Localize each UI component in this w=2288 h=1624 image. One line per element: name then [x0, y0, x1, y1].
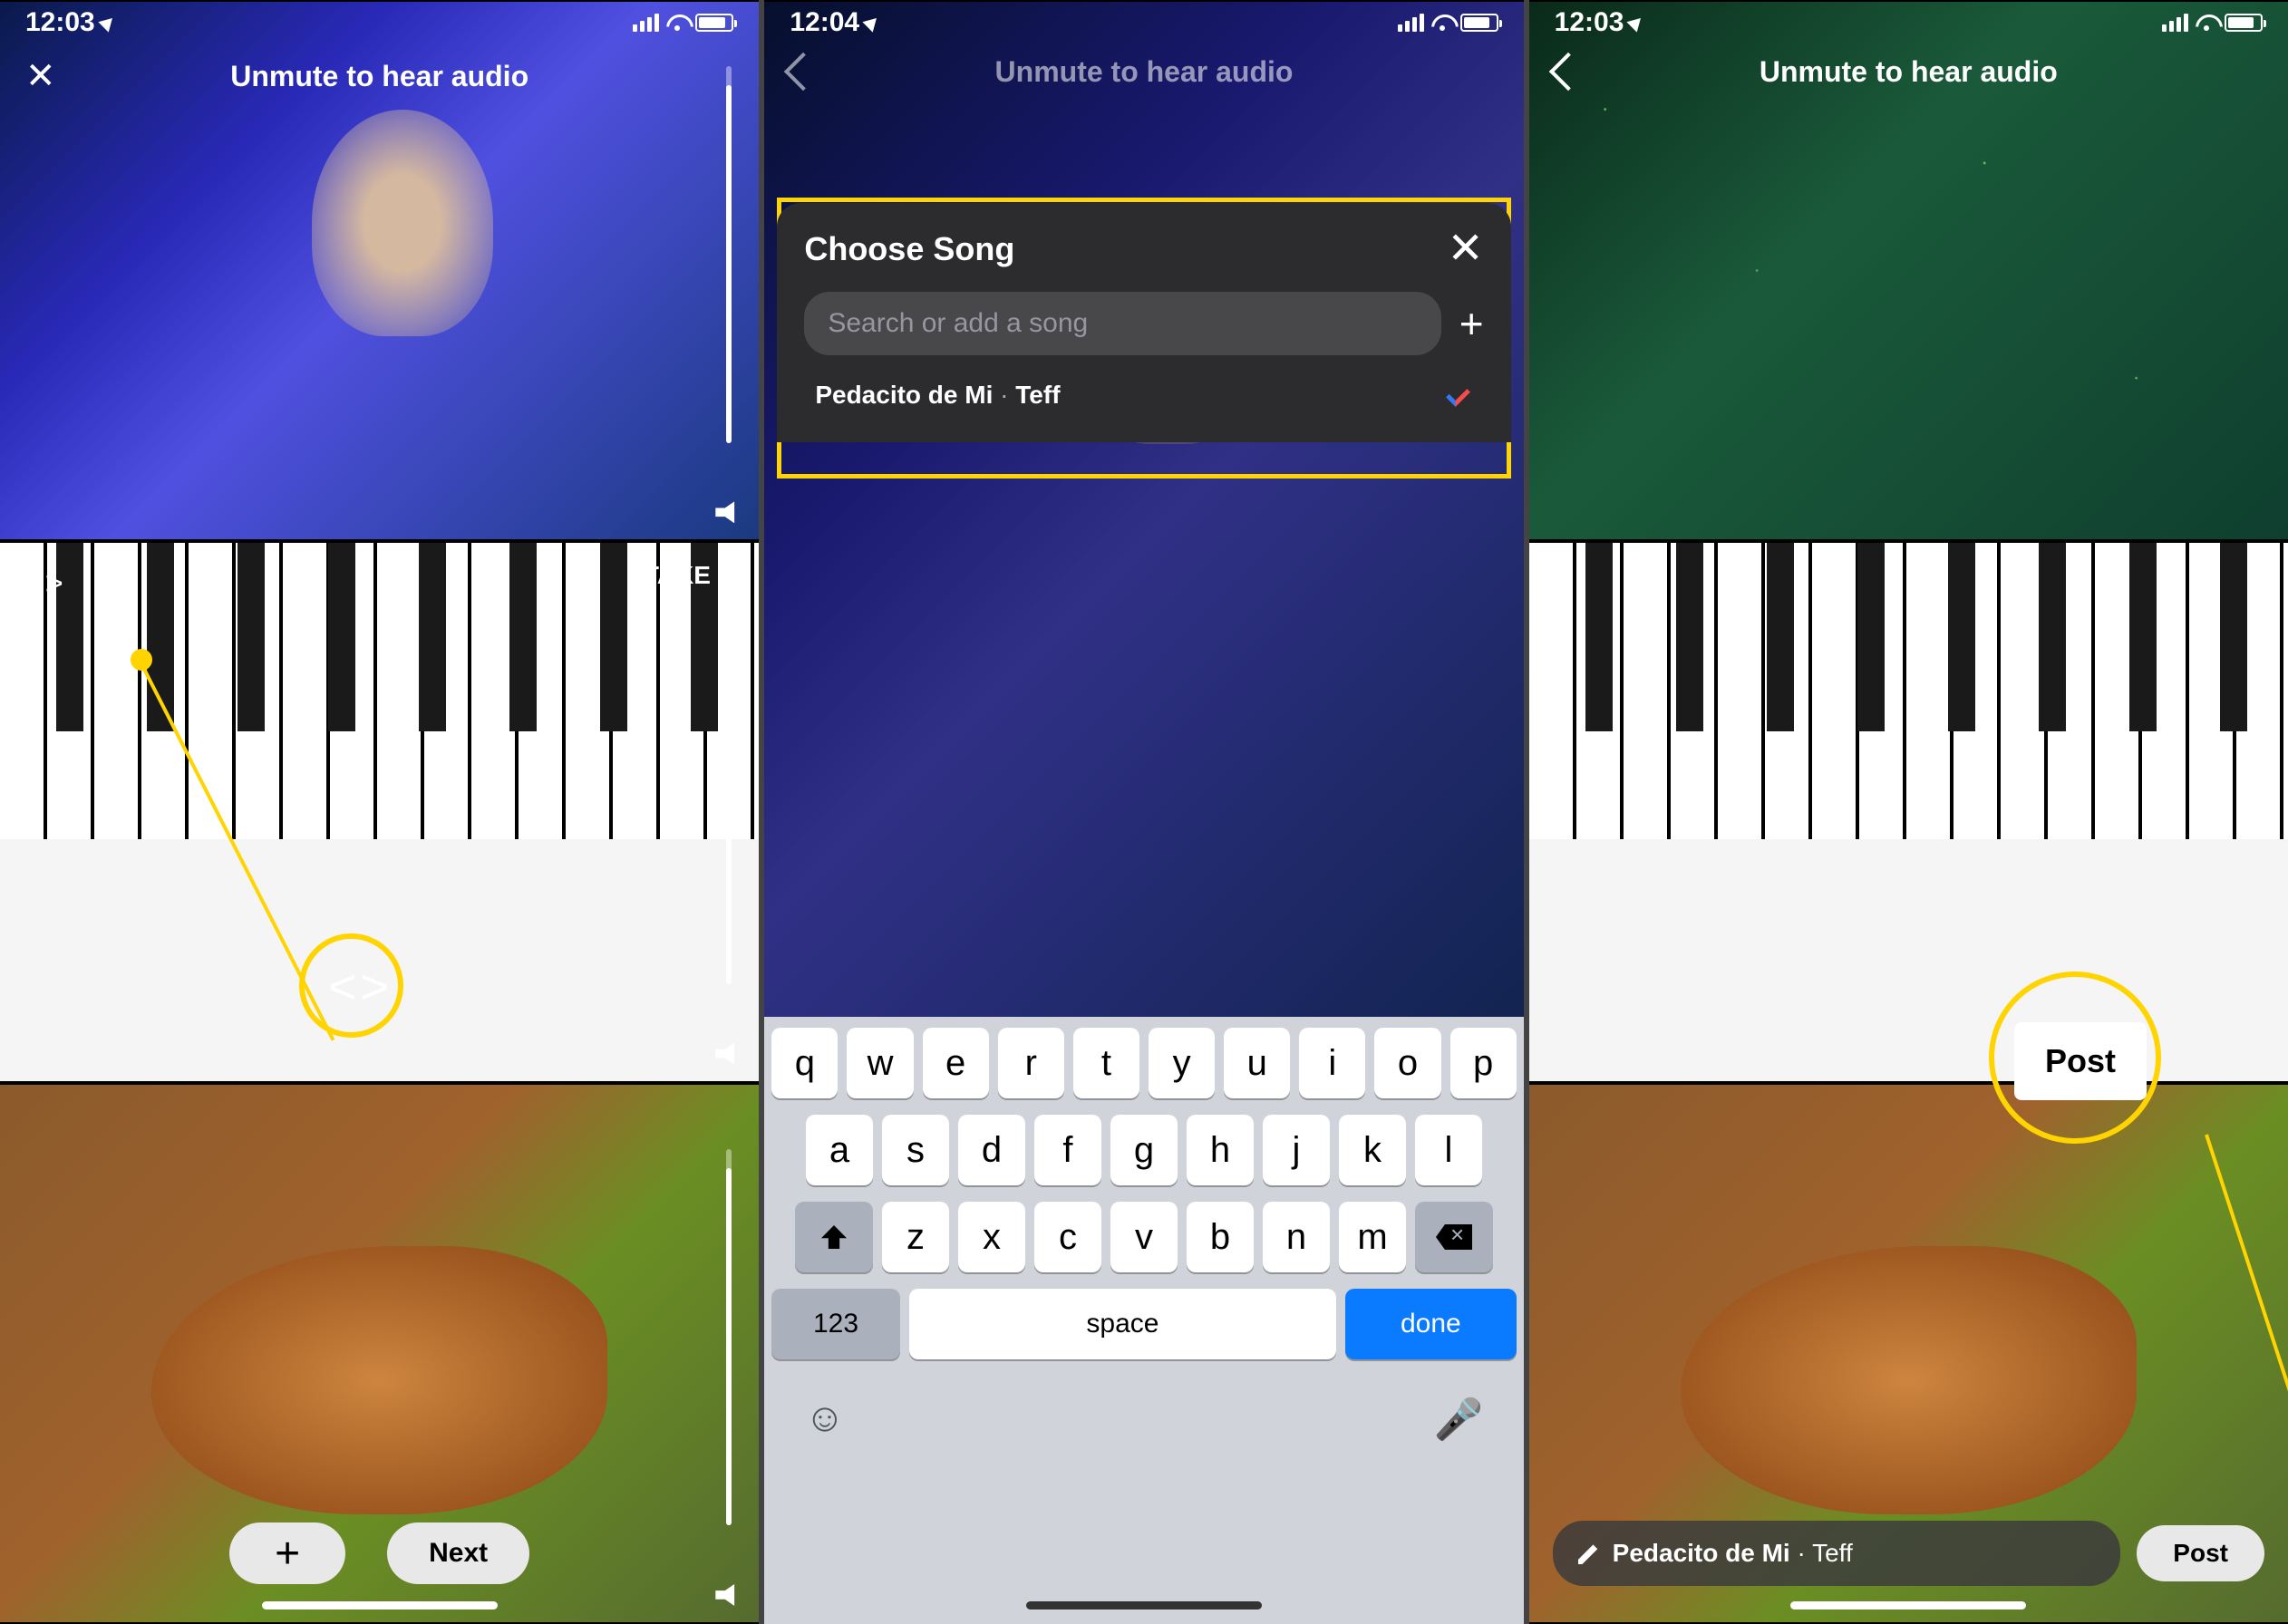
key-g[interactable]: g: [1110, 1115, 1178, 1185]
key-e[interactable]: e: [923, 1028, 989, 1098]
status-time: 12:03: [1555, 7, 1624, 38]
back-icon[interactable]: [784, 53, 822, 91]
take-label: TAKE 1: [644, 561, 732, 590]
song-pill[interactable]: Pedacito de Mi · Teff: [1553, 1521, 2121, 1586]
key-k[interactable]: k: [1339, 1115, 1406, 1185]
key-delete[interactable]: [1415, 1202, 1493, 1272]
wifi-icon: [666, 14, 688, 31]
battery-icon: [2225, 14, 2263, 32]
mic-icon[interactable]: 🎤: [1434, 1396, 1484, 1443]
volume-slider[interactable]: [726, 66, 732, 442]
key-h[interactable]: h: [1187, 1115, 1254, 1185]
song-label: Pedacito de Mi · Teff: [1613, 1539, 1853, 1568]
emoji-icon[interactable]: ☺: [804, 1396, 845, 1443]
volume-slider[interactable]: [726, 1149, 732, 1525]
key-l[interactable]: l: [1415, 1115, 1482, 1185]
swap-icon[interactable]: <>: [25, 566, 63, 602]
key-b[interactable]: b: [1187, 1202, 1254, 1272]
cellular-icon: [2162, 14, 2188, 32]
modal-title: Choose Song: [804, 230, 1014, 268]
battery-icon: [1460, 14, 1498, 32]
status-bar: 12:03: [0, 0, 759, 42]
key-u[interactable]: u: [1224, 1028, 1290, 1098]
home-indicator[interactable]: [1790, 1601, 2026, 1610]
callout-dot: [131, 649, 152, 671]
home-indicator[interactable]: [262, 1601, 498, 1610]
add-song-icon[interactable]: +: [1459, 299, 1484, 348]
wifi-icon: [1431, 14, 1453, 31]
location-icon: [862, 13, 881, 32]
screen-choose-song: 12:04 Unmute to hear audio Choose Song ✕…: [764, 0, 1523, 1624]
location-icon: [1627, 13, 1646, 32]
status-time: 12:03: [25, 7, 95, 38]
key-x[interactable]: x: [958, 1202, 1025, 1272]
choose-song-modal: Choose Song ✕ Search or add a song + Ped…: [777, 203, 1510, 442]
search-input[interactable]: Search or add a song: [804, 292, 1440, 355]
wifi-icon: [2196, 14, 2217, 31]
post-badge: Post: [2014, 1022, 2147, 1100]
page-title: Unmute to hear audio: [1760, 55, 2058, 89]
key-f[interactable]: f: [1034, 1115, 1101, 1185]
video-stack: [1529, 0, 2288, 1624]
keyboard: qwertyuiop asdfghjkl zxcvbnm 123 space d…: [764, 1017, 1523, 1624]
status-time: 12:04: [790, 7, 859, 38]
key-v[interactable]: v: [1110, 1202, 1178, 1272]
status-bar: 12:04: [764, 0, 1523, 42]
post-button[interactable]: Post: [2137, 1525, 2264, 1581]
key-w[interactable]: w: [847, 1028, 913, 1098]
speaker-icon: [715, 501, 739, 523]
key-o[interactable]: o: [1374, 1028, 1440, 1098]
back-icon[interactable]: [1548, 53, 1586, 91]
top-bar: ✕ Unmute to hear audio: [0, 42, 759, 111]
page-title: Unmute to hear audio: [995, 55, 1294, 89]
key-a[interactable]: a: [806, 1115, 873, 1185]
key-y[interactable]: y: [1149, 1028, 1215, 1098]
key-s[interactable]: s: [882, 1115, 949, 1185]
clip-drums: [764, 2, 1523, 1079]
screen-editor: <> TAKE 1 12:03 ✕ Unmute to hear audio +…: [0, 0, 759, 1624]
location-icon: [98, 13, 117, 32]
volume-slider[interactable]: [726, 608, 732, 984]
key-space[interactable]: space: [909, 1289, 1336, 1359]
cellular-icon: [1398, 14, 1424, 32]
song-label: Pedacito de Mi · Teff: [815, 381, 1060, 410]
key-c[interactable]: c: [1034, 1202, 1101, 1272]
screen-post: 12:03 Unmute to hear audio Pedacito de M…: [1529, 0, 2288, 1624]
next-button[interactable]: Next: [387, 1522, 529, 1584]
key-shift[interactable]: [795, 1202, 873, 1272]
key-j[interactable]: j: [1263, 1115, 1330, 1185]
cellular-icon: [633, 14, 659, 32]
key-p[interactable]: p: [1450, 1028, 1517, 1098]
bottom-bar: + Next: [0, 1522, 759, 1584]
battery-icon: [695, 14, 733, 32]
speaker-icon: [715, 1584, 739, 1606]
top-bar: Unmute to hear audio: [764, 42, 1523, 102]
search-placeholder: Search or add a song: [828, 308, 1088, 338]
key-done[interactable]: done: [1345, 1289, 1517, 1359]
home-indicator[interactable]: [1026, 1601, 1262, 1610]
key-n[interactable]: n: [1263, 1202, 1330, 1272]
status-bar: 12:03: [1529, 0, 2288, 42]
video-stack: <> TAKE 1: [0, 0, 759, 1624]
key-z[interactable]: z: [882, 1202, 949, 1272]
add-button[interactable]: +: [229, 1522, 345, 1584]
close-icon[interactable]: ✕: [1447, 237, 1483, 263]
clip-piano[interactable]: [1529, 543, 2288, 1080]
key-d[interactable]: d: [958, 1115, 1025, 1185]
speaker-icon: [715, 1043, 739, 1065]
top-bar: Unmute to hear audio: [1529, 42, 2288, 102]
key-r[interactable]: r: [998, 1028, 1064, 1098]
swap-icon-large: <>: [328, 959, 389, 1015]
key-q[interactable]: q: [771, 1028, 838, 1098]
song-result[interactable]: Pedacito de Mi · Teff: [804, 375, 1483, 415]
pencil-icon: [1578, 1542, 1600, 1564]
bottom-bar: Pedacito de Mi · Teff Post: [1529, 1521, 2288, 1586]
close-icon[interactable]: ✕: [25, 58, 56, 94]
key-m[interactable]: m: [1339, 1202, 1406, 1272]
key-i[interactable]: i: [1299, 1028, 1365, 1098]
key-numbers[interactable]: 123: [771, 1289, 899, 1359]
page-title: Unmute to hear audio: [230, 60, 528, 93]
key-t[interactable]: t: [1073, 1028, 1139, 1098]
checkmark-icon: [1448, 386, 1473, 404]
